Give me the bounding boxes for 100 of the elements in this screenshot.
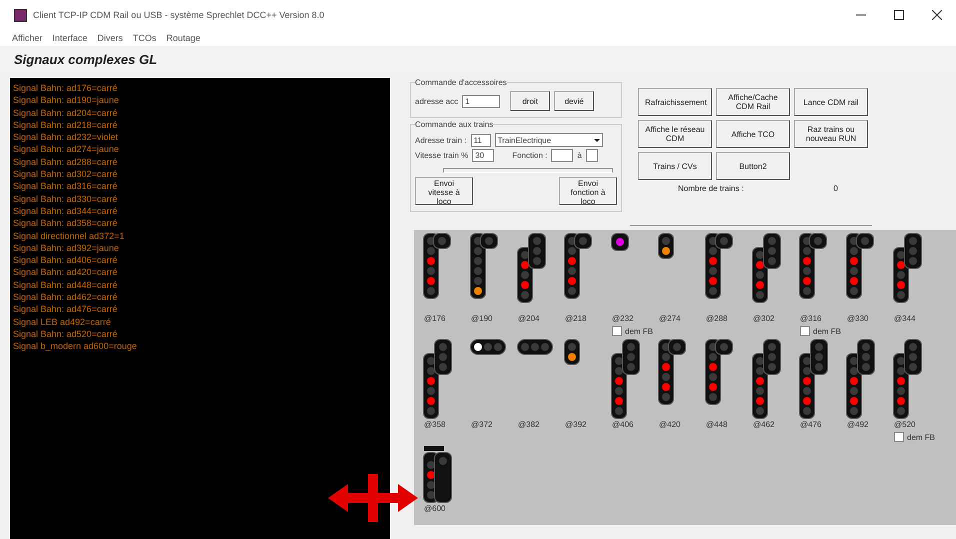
train-address-field[interactable]: 11	[470, 134, 491, 146]
signal-drawing	[706, 234, 732, 298]
signal-label: @204	[518, 314, 540, 323]
speed-field[interactable]: 30	[472, 149, 494, 162]
log-line: Signal LEB ad492=carré	[13, 316, 112, 328]
signal-label: @288	[706, 314, 728, 323]
function-field[interactable]	[551, 149, 574, 162]
action-button[interactable]: Lance CDM rail	[794, 88, 868, 116]
menu-item[interactable]: Interface	[52, 33, 88, 43]
close-icon	[932, 10, 942, 20]
group-title: Commande aux trains	[415, 120, 494, 129]
log-line: Signal Bahn: ad232=violet	[13, 131, 119, 144]
action-button[interactable]: Rafraichissement	[638, 88, 712, 116]
log-line: Signal Bahn: ad316=carré	[13, 180, 118, 193]
panel-heading: Signaux complexes GL	[0, 46, 956, 72]
signal-label: @190	[471, 314, 492, 323]
checkbox[interactable]	[894, 432, 904, 442]
signal-drawing	[800, 234, 826, 298]
signal-label: @232	[612, 314, 634, 323]
signal-label: @316	[800, 314, 822, 323]
field-label: adresse acc	[415, 96, 458, 106]
signal-label: @600	[424, 504, 446, 513]
field-label: à	[577, 151, 582, 160]
signal-drawing	[659, 234, 673, 258]
field-label: Vitesse train %	[415, 151, 468, 160]
signal-drawing	[518, 340, 552, 354]
signal-drawing	[518, 234, 545, 302]
checkbox-label: dem FB	[813, 326, 842, 336]
maximize-icon	[894, 10, 904, 20]
checkbox[interactable]	[612, 326, 622, 336]
signal-drawing	[753, 234, 780, 302]
log-line: Signal Bahn: ad448=carré	[13, 278, 118, 292]
function-field[interactable]	[586, 149, 598, 162]
signal-drawing	[424, 446, 451, 502]
signal-label: @302	[753, 314, 774, 323]
checkbox-label: dem FB	[907, 432, 936, 442]
action-button[interactable]: devié	[554, 91, 594, 111]
signal-label: @330	[847, 314, 868, 323]
action-button[interactable]: droit	[510, 91, 550, 111]
menu-item[interactable]: Divers	[97, 33, 123, 43]
signal-drawing	[612, 234, 628, 250]
signal-drawing	[471, 234, 497, 298]
signal-label: @274	[659, 314, 680, 323]
signal-label: @462	[753, 420, 774, 429]
signal-label: @406	[612, 420, 634, 429]
action-button[interactable]: Affiche TCO	[716, 120, 790, 148]
action-button[interactable]: Trains / CVs	[638, 152, 712, 180]
menu-item[interactable]: Routage	[166, 33, 200, 43]
log-line: Signal Bahn: ad218=carré	[13, 118, 118, 132]
signal-drawing	[847, 234, 873, 298]
signal-label: @382	[518, 420, 540, 429]
signal-drawing	[424, 234, 450, 298]
action-button[interactable]: Affiche le réseau CDM	[638, 120, 712, 148]
log-line: Signal Bahn: ad204=carré	[13, 106, 118, 119]
signal-label: @344	[894, 314, 916, 323]
signal-drawing	[565, 340, 579, 364]
log-line: Signal b_modern ad600=rouge	[13, 340, 138, 353]
log-line: Signal Bahn: ad406=carré	[13, 254, 118, 266]
action-button[interactable]: Button2	[716, 152, 790, 180]
signal-label: @448	[706, 420, 728, 429]
signal-drawing	[565, 234, 591, 298]
log-line: Signal Bahn: ad420=carré	[13, 266, 118, 279]
signal-drawing	[471, 340, 505, 354]
group-title: Commande d'accessoires	[415, 78, 507, 87]
action-button[interactable]: Envoi fonction à loco	[559, 177, 617, 205]
field-label: Fonction :	[512, 151, 548, 160]
menu-item[interactable]: Afficher	[12, 33, 42, 43]
log-line: Signal Bahn: ad274=jaune	[13, 143, 120, 156]
move-cursor-icon	[328, 474, 420, 522]
action-button[interactable]: Raz trains ou nouveau RUN	[794, 120, 868, 148]
signal-drawing	[706, 340, 732, 404]
signal-label: @420	[659, 420, 680, 429]
log-line: Signal Bahn: ad288=carré	[13, 156, 118, 168]
log-line: Signal Bahn: ad302=carré	[13, 168, 118, 180]
field-label: Adresse train :	[415, 136, 467, 144]
signal-label: @176	[424, 314, 446, 323]
menu-item[interactable]: TCOs	[132, 33, 156, 43]
action-button[interactable]: Envoi vitesse à loco	[415, 177, 473, 205]
signal-label: @218	[565, 314, 586, 323]
signal-drawing	[659, 340, 685, 404]
log-line: Signal Bahn: ad330=carré	[13, 192, 118, 205]
log-line: Signal Bahn: ad190=jaune	[13, 94, 120, 107]
action-button[interactable]: Affiche/Cache CDM Rail	[716, 88, 790, 116]
signal-label: @372	[471, 420, 492, 429]
checkbox[interactable]	[800, 326, 810, 336]
log-line: Signal Bahn: ad392=jaune	[13, 242, 120, 254]
log-line: Signal Bahn: ad344=carré	[13, 204, 118, 218]
train-count-label: Nombre de trains :	[678, 184, 744, 193]
checkbox-label: dem FB	[625, 326, 654, 336]
train-count-value: 0	[834, 184, 838, 193]
log-line: Signal Bahn: ad176=carré	[13, 82, 118, 94]
log-line: Signal directionnel ad372=1	[13, 230, 126, 242]
address-field[interactable]: 1	[462, 94, 500, 108]
signal-label: @476	[800, 420, 822, 429]
signal-label: @358	[424, 420, 446, 429]
log-line: Signal Bahn: ad358=carré	[13, 217, 118, 230]
window-title: Client TCP-IP CDM Rail ou USB - système Sprechlet DCC++ Version 8.0	[33, 10, 326, 20]
train-dropdown[interactable]: TrainElectrique	[494, 133, 603, 147]
signal-label: @492	[847, 420, 868, 429]
log-line: Signal Bahn: ad520=carré	[13, 328, 118, 340]
